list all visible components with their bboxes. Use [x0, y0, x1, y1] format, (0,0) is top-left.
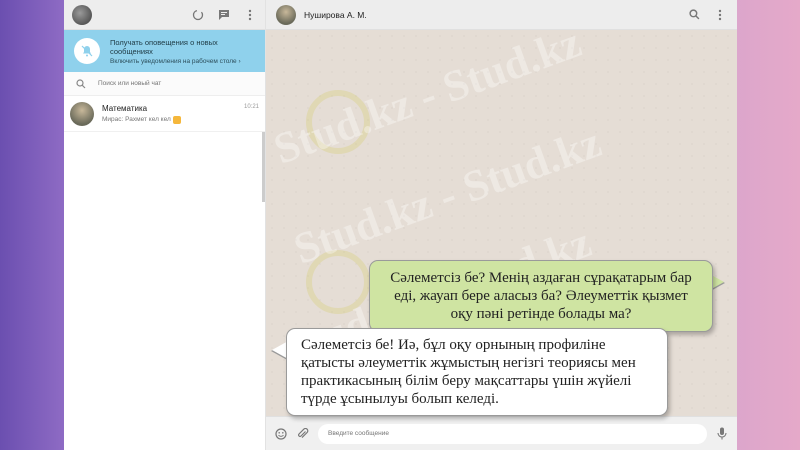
watermark-logo — [306, 250, 370, 314]
notification-text: Получать оповещения о новых сообщениях В… — [110, 38, 255, 65]
chat-list-empty-area — [64, 132, 265, 450]
watermark-logo — [306, 90, 370, 154]
notification-banner[interactable]: Получать оповещения о новых сообщениях В… — [64, 30, 265, 72]
chat-preview: Мирас: Рахмет кел кел — [102, 116, 171, 123]
chat-time: 10:21 — [243, 103, 259, 110]
new-chat-icon[interactable] — [217, 8, 231, 22]
chat-avatar — [70, 101, 94, 126]
sidebar-header — [64, 0, 265, 30]
conversation-contact[interactable]: Нуширова А. М. — [276, 4, 367, 25]
chat-top-row: Математика 10:21 — [102, 104, 259, 113]
menu-icon[interactable] — [243, 8, 257, 22]
conversation-header-icons — [687, 8, 727, 22]
conversation-header: Нуширова А. М. — [266, 0, 737, 30]
search-icon[interactable] — [687, 8, 701, 22]
notification-link[interactable]: Включить уведомления на рабочем столе › — [110, 58, 255, 65]
sidebar-scrollbar[interactable] — [262, 132, 265, 202]
chat-name: Математика — [102, 103, 148, 113]
mic-icon[interactable] — [715, 427, 729, 441]
chat-list-item[interactable]: Математика 10:21 Мирас: Рахмет кел кел — [64, 96, 265, 132]
outgoing-message: Сәлеметсіз бе? Менің аздаған сұрақатарым… — [369, 260, 713, 332]
status-icon[interactable] — [191, 8, 205, 22]
attach-icon[interactable] — [296, 427, 310, 441]
incoming-message: Сәлеметсіз бе! Иә, бұл оқу орнының профи… — [286, 328, 668, 416]
chat-info: Математика 10:21 Мирас: Рахмет кел кел — [102, 104, 259, 124]
search-input[interactable] — [98, 80, 248, 87]
contact-name: Нуширова А. М. — [304, 9, 367, 20]
sidebar-header-icons — [191, 8, 257, 22]
composer — [266, 416, 737, 450]
notification-title: Получать оповещения о новых сообщениях — [110, 37, 218, 56]
search-bar — [64, 72, 265, 96]
search-icon[interactable] — [74, 77, 88, 91]
avatar[interactable] — [72, 4, 92, 25]
menu-icon[interactable] — [713, 8, 727, 22]
contact-avatar[interactable] — [276, 4, 296, 25]
message-input[interactable] — [318, 423, 707, 444]
emoji-icon[interactable] — [274, 427, 288, 441]
emoji-sticker-icon — [172, 115, 181, 124]
sidebar: Получать оповещения о новых сообщениях В… — [64, 0, 266, 450]
chat-preview-row: Мирас: Рахмет кел кел — [102, 115, 259, 124]
bell-off-icon — [74, 38, 100, 64]
